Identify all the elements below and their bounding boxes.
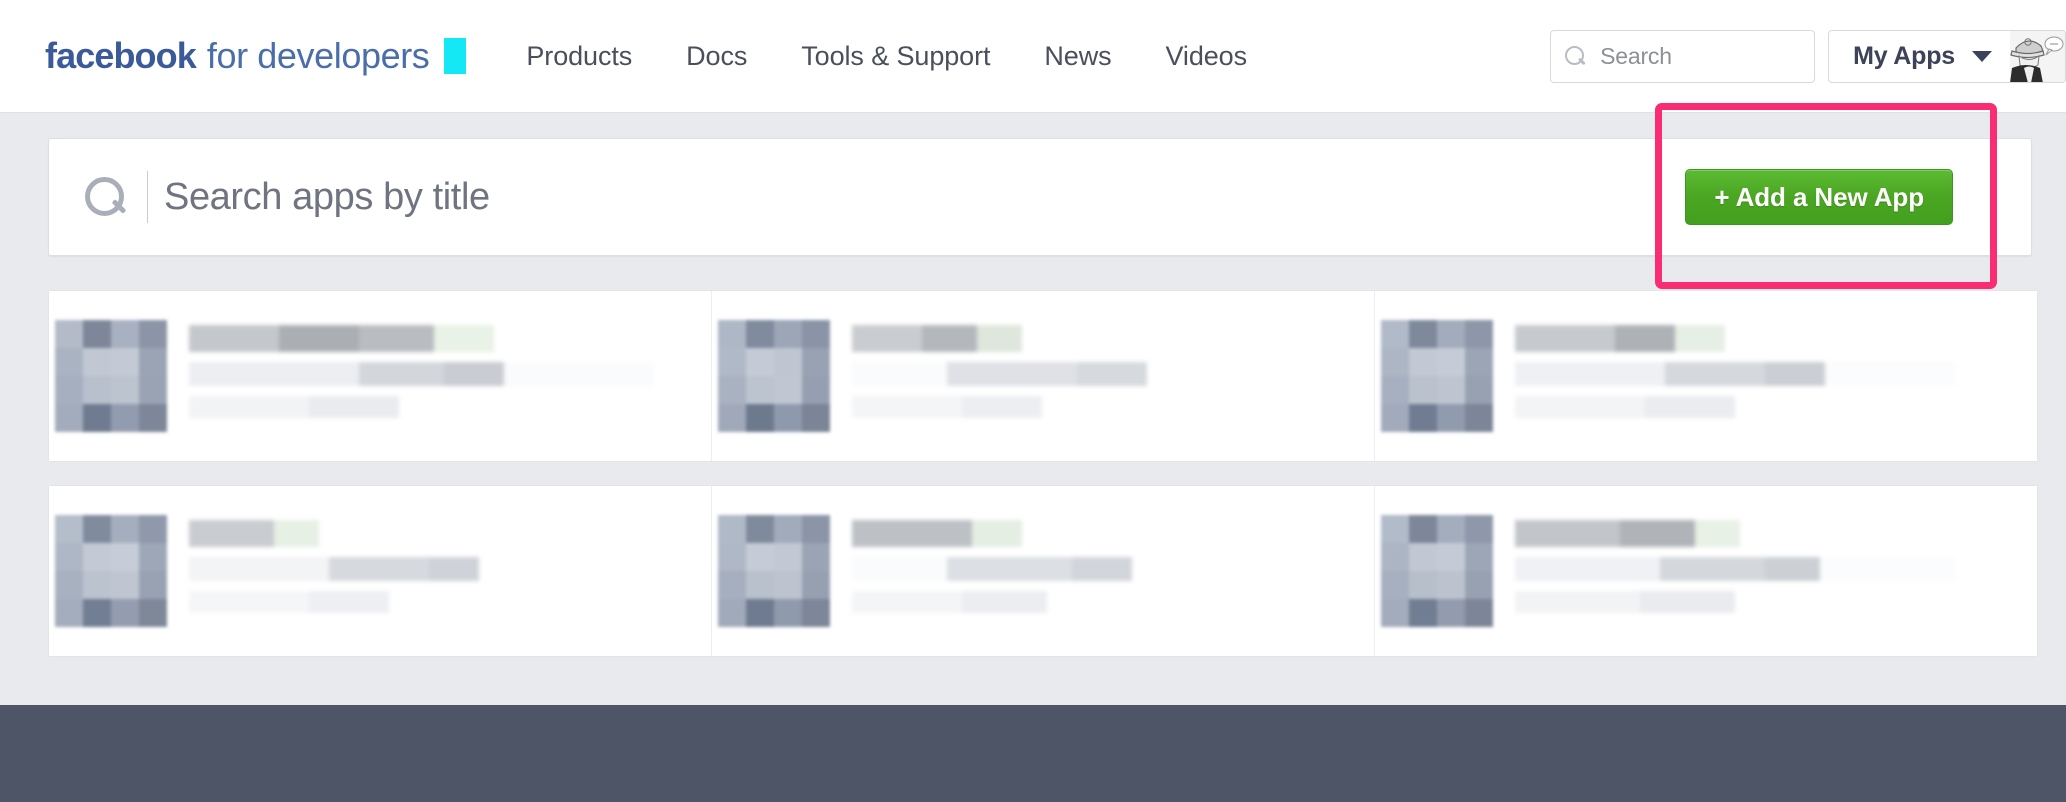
nav-item-tools-and-support[interactable]: Tools & Support — [801, 41, 990, 72]
chevron-down-icon — [1972, 51, 1992, 62]
app-text-redacted — [852, 324, 1354, 428]
apps-row — [48, 485, 2038, 657]
card-accent-bar — [49, 305, 53, 449]
brand-logo[interactable]: facebook for developers — [45, 0, 467, 112]
app-card[interactable] — [711, 486, 1374, 656]
search-icon — [83, 175, 127, 219]
add-a-new-app-button[interactable]: + Add a New App — [1685, 169, 1953, 225]
app-text-redacted — [1515, 519, 2017, 623]
nav-item-videos[interactable]: Videos — [1166, 41, 1248, 72]
brand-facebook-text: facebook — [45, 35, 197, 76]
text-cursor — [147, 171, 148, 223]
my-apps-dropdown[interactable]: My Apps — [1828, 30, 2066, 83]
card-accent-bar — [1375, 500, 1379, 644]
app-card[interactable] — [711, 291, 1374, 461]
app-text-redacted — [1515, 324, 2017, 428]
app-icon-redacted — [718, 515, 830, 627]
card-accent-bar — [1375, 305, 1379, 449]
app-text-redacted — [852, 519, 1354, 623]
apps-grid — [48, 290, 2038, 672]
search-apps-input[interactable]: Search apps by title — [73, 139, 1685, 255]
app-icon-redacted — [55, 515, 167, 627]
header-right-group: Search My Apps — [1550, 0, 2066, 113]
app-card[interactable] — [1374, 486, 2037, 656]
main-navigation: Products Docs Tools & Support News Video… — [526, 0, 1301, 112]
card-accent-bar — [712, 500, 716, 644]
card-accent-bar — [712, 305, 716, 449]
my-apps-label: My Apps — [1853, 42, 1955, 70]
brand-for-developers-text: for developers — [206, 35, 430, 76]
app-icon-redacted — [55, 320, 167, 432]
card-accent-bar — [49, 500, 53, 644]
apps-toolbar-panel: Search apps by title + Add a New App — [48, 138, 2032, 256]
brand-cyan-block-icon — [444, 38, 467, 74]
header-search-placeholder: Search — [1600, 43, 1672, 69]
search-icon — [1565, 45, 1587, 68]
app-card[interactable] — [1374, 291, 2037, 461]
app-card[interactable] — [49, 291, 711, 461]
page-root: facebook for developers Products Docs To… — [0, 0, 2066, 802]
app-icon-redacted — [718, 320, 830, 432]
app-text-redacted — [189, 519, 691, 623]
search-apps-placeholder: Search apps by title — [164, 175, 490, 218]
app-text-redacted — [189, 324, 691, 428]
header-search-input[interactable]: Search — [1550, 30, 1816, 83]
site-footer — [0, 705, 2066, 802]
site-header: facebook for developers Products Docs To… — [0, 0, 2066, 113]
app-card[interactable] — [49, 486, 711, 656]
nav-item-docs[interactable]: Docs — [686, 41, 747, 72]
nav-item-news[interactable]: News — [1044, 41, 1111, 72]
apps-row — [48, 290, 2038, 462]
app-icon-redacted — [1381, 515, 1493, 627]
avatar[interactable] — [2010, 31, 2065, 82]
app-icon-redacted — [1381, 320, 1493, 432]
nav-item-products[interactable]: Products — [526, 41, 632, 72]
